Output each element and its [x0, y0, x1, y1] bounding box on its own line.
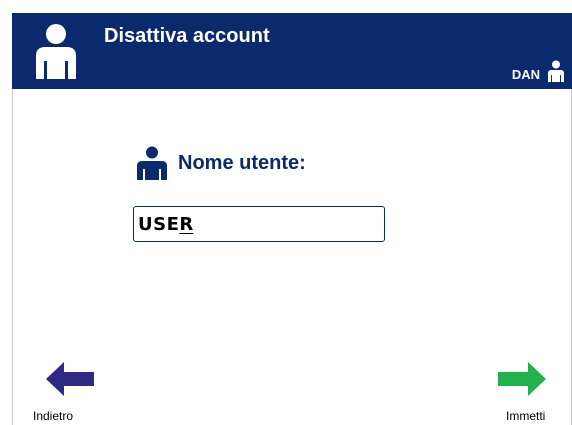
- current-user-code: DAN: [511, 67, 540, 82]
- text-cursor: R: [179, 213, 194, 235]
- username-value: USE: [138, 213, 180, 235]
- enter-label: Immetti: [506, 409, 546, 423]
- back-button[interactable]: Indietro: [30, 357, 100, 425]
- arrow-right-icon: [498, 362, 546, 396]
- current-user-icon: [548, 60, 564, 82]
- left-border: [12, 89, 13, 425]
- screen: Disattiva account DAN Nome utente: USE R …: [0, 0, 572, 425]
- username-input[interactable]: USE R: [133, 206, 385, 242]
- username-label-row: Nome utente:: [136, 146, 306, 180]
- username-label: Nome utente:: [178, 151, 306, 174]
- user-icon: [36, 24, 76, 79]
- user-icon: [137, 146, 167, 180]
- page-title: Disattiva account: [104, 25, 270, 47]
- header-bar: Disattiva account DAN: [12, 13, 572, 89]
- arrow-left-icon: [46, 362, 94, 396]
- enter-button[interactable]: Immetti: [490, 357, 568, 425]
- back-label: Indietro: [33, 409, 74, 423]
